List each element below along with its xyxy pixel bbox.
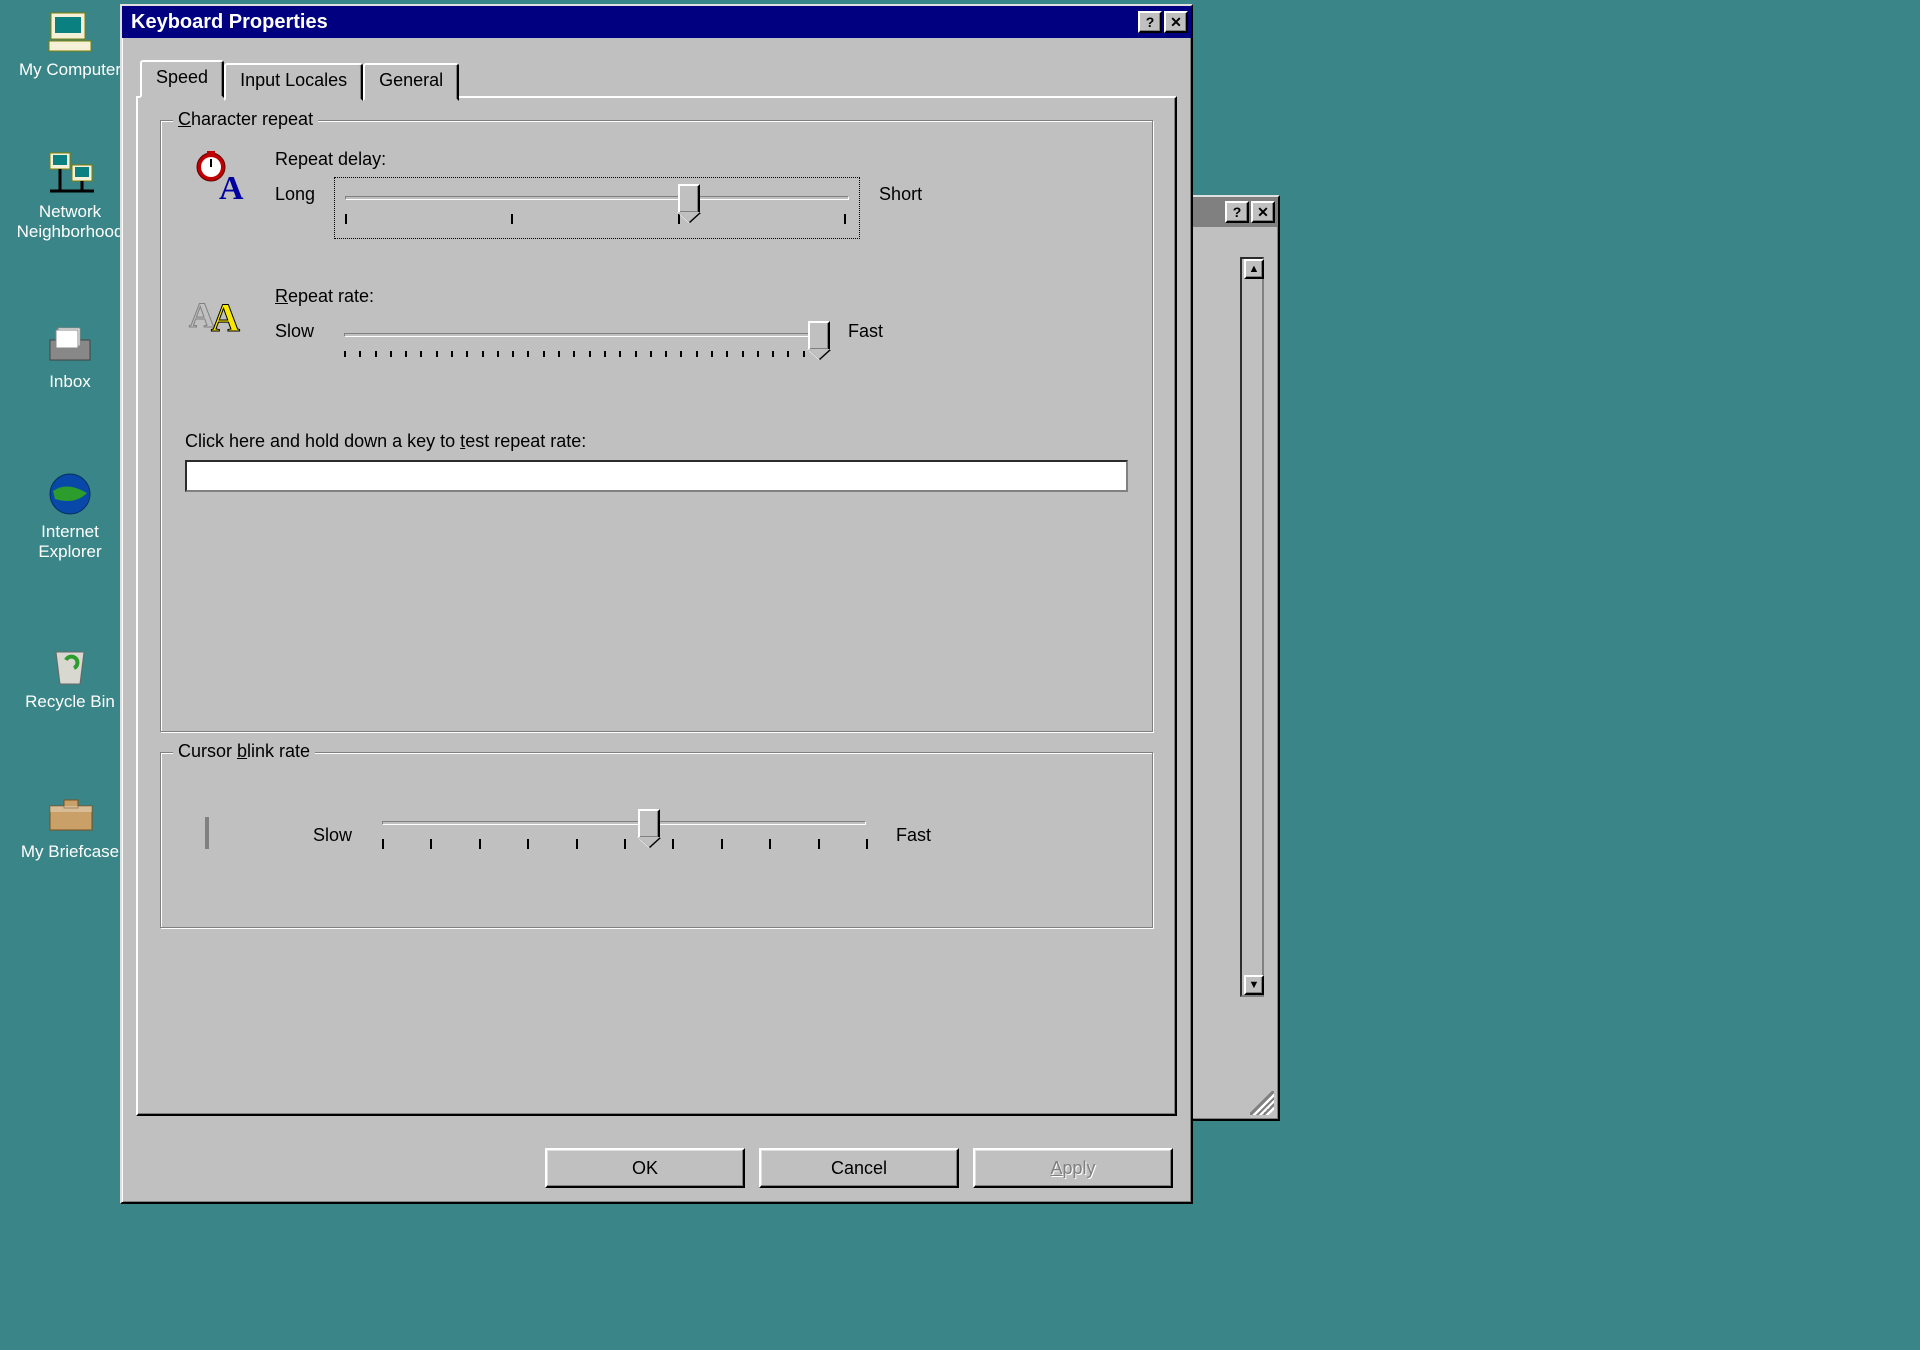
recycle-icon xyxy=(46,640,94,688)
tab-panel-speed: Character repeat A Repeat delay: xyxy=(136,96,1177,1116)
dialog-titlebar[interactable]: Keyboard Properties ? ✕ xyxy=(122,6,1191,38)
tab-general[interactable]: General xyxy=(363,63,459,101)
computer-icon xyxy=(46,8,94,56)
section-repeat-rate: A A Repeat rate: Slow xyxy=(185,286,1128,373)
help-button[interactable]: ? xyxy=(1138,11,1162,33)
cancel-button[interactable]: Cancel xyxy=(759,1148,959,1188)
desktop-icon-label: Inbox xyxy=(15,372,125,392)
test-repeat-input[interactable] xyxy=(185,460,1128,492)
slider-max-label: Fast xyxy=(896,821,931,846)
desktop-icon-briefcase[interactable]: My Briefcase xyxy=(15,790,125,862)
svg-text:A: A xyxy=(211,295,240,337)
tabbar: Speed Input Locales General xyxy=(136,60,1177,98)
tab-input-locales[interactable]: Input Locales xyxy=(224,63,363,101)
double-letter-icon: A A xyxy=(185,286,253,342)
desktop-icon-my-computer[interactable]: My Computer xyxy=(15,8,125,80)
repeat-rate-label: Repeat rate: xyxy=(275,286,1128,307)
dialog-buttons: OK Cancel Apply xyxy=(545,1148,1173,1188)
test-repeat-label: Click here and hold down a key to test r… xyxy=(185,431,1128,452)
scroll-up-icon[interactable]: ▲ xyxy=(1244,259,1264,279)
cursor-blink-slider[interactable] xyxy=(374,805,874,861)
group-cursor-blink: Cursor blink rate Slow Fast xyxy=(160,752,1153,928)
tab-speed[interactable]: Speed xyxy=(140,60,224,98)
desktop-icon-inbox[interactable]: Inbox xyxy=(15,320,125,392)
desktop-icon-label: My Computer xyxy=(15,60,125,80)
desktop-icon-ie[interactable]: Internet Explorer xyxy=(15,470,125,563)
dialog-title: Keyboard Properties xyxy=(125,11,1136,34)
slider-max-label: Fast xyxy=(848,317,883,342)
desktop-icon-label: My Briefcase xyxy=(15,842,125,862)
keyboard-properties-dialog: Keyboard Properties ? ✕ Speed Input Loca… xyxy=(120,4,1193,1204)
desktop-icon-network[interactable]: Network Neighborhood xyxy=(15,150,125,243)
stopwatch-letter-icon: A xyxy=(185,149,253,205)
scrollbar[interactable]: ▲ ▼ xyxy=(1240,257,1264,997)
network-icon xyxy=(46,150,94,198)
slider-max-label: Short xyxy=(879,180,922,205)
scroll-down-icon[interactable]: ▼ xyxy=(1244,975,1264,995)
ok-button[interactable]: OK xyxy=(545,1148,745,1188)
close-icon: ✕ xyxy=(1170,14,1182,31)
desktop-icon-label: Internet Explorer xyxy=(15,522,125,563)
slider-min-label: Slow xyxy=(313,821,352,846)
repeat-delay-slider[interactable] xyxy=(337,180,857,236)
inbox-icon xyxy=(46,320,94,368)
close-button[interactable]: ✕ xyxy=(1164,11,1188,33)
group-character-repeat: Character repeat A Repeat delay: xyxy=(160,120,1153,732)
cursor-preview-icon xyxy=(205,817,209,849)
group-legend: Cursor blink rate xyxy=(173,741,315,762)
slider-min-label: Long xyxy=(275,180,315,205)
section-repeat-delay: A Repeat delay: Long Short xyxy=(185,149,1128,236)
repeat-rate-slider[interactable] xyxy=(336,317,826,373)
help-button[interactable]: ? xyxy=(1225,201,1249,223)
slider-min-label: Slow xyxy=(275,317,314,342)
apply-button: Apply xyxy=(973,1148,1173,1188)
briefcase-icon xyxy=(46,790,94,838)
close-button[interactable]: ✕ xyxy=(1251,201,1275,223)
repeat-delay-label: Repeat delay: xyxy=(275,149,1128,170)
desktop-icon-label: Recycle Bin xyxy=(15,692,125,712)
desktop-icon-recycle[interactable]: Recycle Bin xyxy=(15,640,125,712)
desktop-icon-label: Network Neighborhood xyxy=(15,202,125,243)
resize-grip[interactable] xyxy=(1250,1091,1274,1115)
svg-text:A: A xyxy=(219,170,244,203)
globe-icon xyxy=(46,470,94,518)
group-legend: Character repeat xyxy=(173,109,318,130)
